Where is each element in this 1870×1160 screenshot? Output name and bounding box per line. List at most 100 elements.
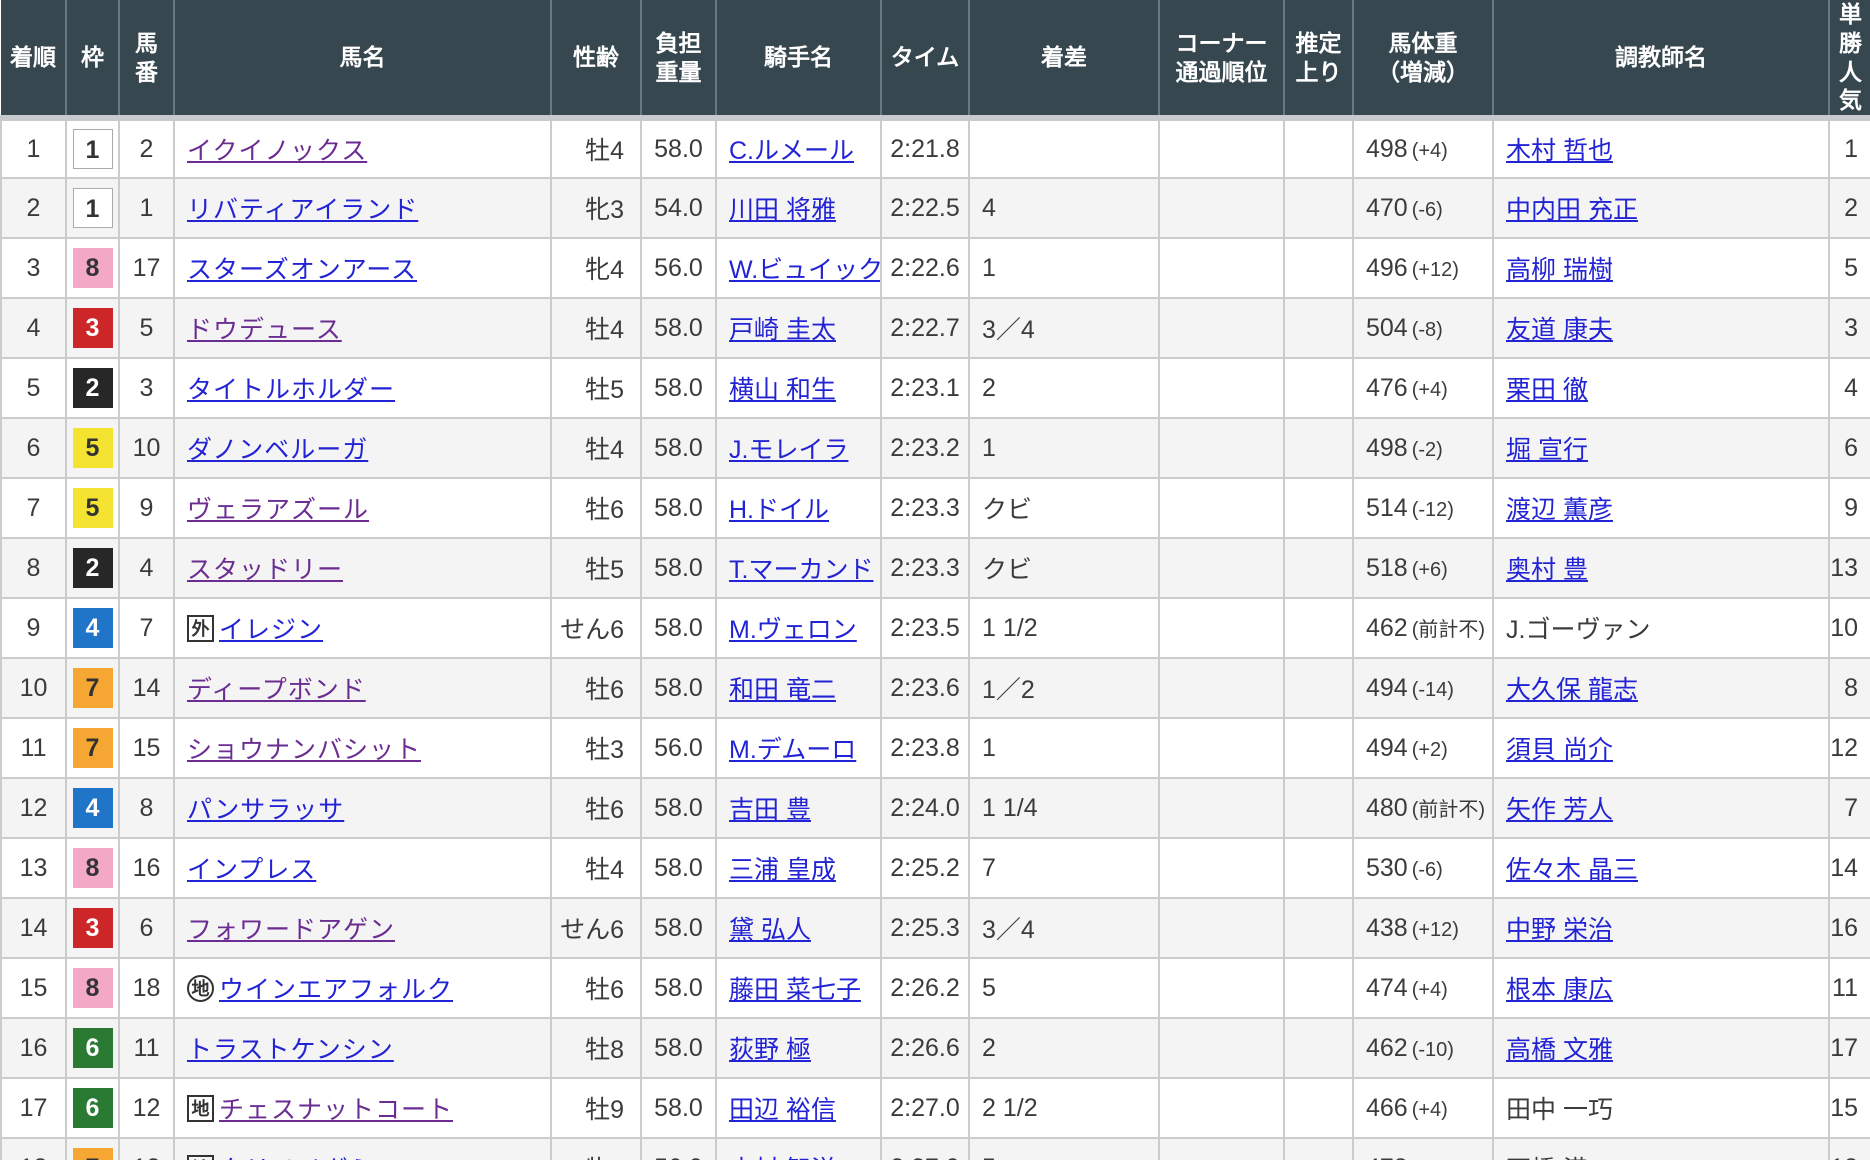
cell-horse_no: 16 bbox=[119, 838, 175, 899]
frame-number-badge: 1 bbox=[72, 188, 113, 228]
trainer-link[interactable]: 佐々木 晶三 bbox=[1506, 856, 1638, 884]
trainer-link[interactable]: 高橋 文雅 bbox=[1506, 1036, 1613, 1064]
col-header-horse: 馬名 bbox=[174, 0, 552, 121]
horse-link[interactable]: チェスナットコート bbox=[219, 1096, 453, 1124]
horse-link[interactable]: ヴェラアズール bbox=[187, 496, 369, 524]
table-row: 14 3 6 フォワードアゲン せん6 58.0 黛 弘人 2:25.3 3／4 438 (+12)… bbox=[0, 898, 1870, 959]
trainer-link[interactable]: 木村 哲也 bbox=[1506, 137, 1613, 165]
frame-number-badge: 8 bbox=[72, 968, 113, 1008]
cell-sex_age: 牡6 bbox=[551, 658, 642, 719]
jockey-link[interactable]: W.ビュイック bbox=[729, 256, 879, 284]
horse-link[interactable]: ダノンベルーガ bbox=[187, 436, 368, 464]
horse-link[interactable]: リバティアイランド bbox=[187, 196, 418, 224]
cell-corner bbox=[1159, 478, 1285, 539]
trainer-link[interactable]: 堀 宣行 bbox=[1506, 436, 1588, 464]
trainer-link[interactable]: 奥村 豊 bbox=[1506, 556, 1588, 584]
horse-link[interactable]: イクイノックス bbox=[187, 137, 367, 165]
trainer-link[interactable]: 高柳 瑞樹 bbox=[1506, 256, 1613, 284]
cell-body_weight: 498 (-2) bbox=[1353, 418, 1494, 479]
cell-horse_no: 17 bbox=[119, 238, 175, 299]
cell-jockey: J.モレイラ bbox=[716, 418, 882, 479]
jockey-link[interactable]: 川田 将雅 bbox=[729, 196, 836, 224]
jockey-link[interactable]: M.デムーロ bbox=[729, 736, 856, 764]
cell-rank: 14 bbox=[0, 898, 67, 959]
jockey-link[interactable]: 藤田 菜七子 bbox=[729, 976, 861, 1004]
cell-time: 2:23.8 bbox=[881, 718, 970, 779]
col-header-time: タイム bbox=[881, 0, 970, 121]
horse-link[interactable]: スタッドリー bbox=[187, 556, 343, 584]
cell-body_weight: 514 (-12) bbox=[1353, 478, 1494, 539]
horse-link[interactable]: インプレス bbox=[187, 856, 316, 884]
jockey-link[interactable]: 荻野 極 bbox=[729, 1036, 811, 1064]
cell-sex_age: 牡3 bbox=[551, 718, 642, 779]
trainer-link[interactable]: 渡辺 薫彦 bbox=[1506, 496, 1613, 524]
body-weight-diff: (-6) bbox=[1411, 198, 1443, 221]
horse-link[interactable]: ディープボンド bbox=[187, 676, 366, 704]
trainer-link[interactable]: 根本 康広 bbox=[1506, 976, 1613, 1004]
trainer-link[interactable]: 大久保 龍志 bbox=[1506, 676, 1638, 704]
jockey-link[interactable]: C.ルメール bbox=[729, 137, 854, 165]
body-weight-value: 530 bbox=[1366, 853, 1408, 882]
cell-fav: 16 bbox=[1829, 898, 1870, 959]
body-weight-value: 470 bbox=[1366, 193, 1408, 222]
horse-link[interactable]: クリノメガミエース bbox=[219, 1156, 452, 1160]
col-header-carried: 負担 重量 bbox=[641, 0, 717, 121]
cell-time: 2:21.8 bbox=[881, 118, 970, 179]
trainer-link[interactable]: 栗田 徹 bbox=[1506, 376, 1588, 404]
horse-link[interactable]: スターズオンアース bbox=[187, 256, 417, 284]
jockey-link[interactable]: H.ドイル bbox=[729, 496, 829, 524]
cell-frame: 3 bbox=[66, 898, 120, 959]
cell-jockey: H.ドイル bbox=[716, 478, 882, 539]
cell-body_weight: 530 (-6) bbox=[1353, 838, 1494, 899]
trainer-link[interactable]: 中野 栄治 bbox=[1506, 916, 1613, 944]
horse-link[interactable]: ショウナンバシット bbox=[187, 736, 421, 764]
frame-number-badge: 3 bbox=[72, 908, 113, 948]
cell-horse_no: 12 bbox=[119, 1078, 175, 1139]
body-weight-value: 462 bbox=[1366, 1033, 1408, 1062]
jockey-link[interactable]: 吉田 豊 bbox=[729, 796, 811, 824]
jockey-link[interactable]: J.モレイラ bbox=[729, 436, 848, 464]
jockey-link[interactable]: 吉村 智洋 bbox=[729, 1156, 836, 1160]
cell-rank: 11 bbox=[0, 718, 67, 779]
trainer-link[interactable]: 矢作 芳人 bbox=[1506, 796, 1613, 824]
trainer-link[interactable]: 中内田 充正 bbox=[1506, 196, 1638, 224]
trainer-link[interactable]: 友道 康夫 bbox=[1506, 316, 1613, 344]
horse-link[interactable]: イレジン bbox=[219, 616, 323, 644]
cell-margin: 1 bbox=[969, 718, 1160, 779]
table-row: 11 7 15 ショウナンバシット 牡3 56.0 M.デムーロ 2:23.8 1 494 (+2)… bbox=[0, 718, 1870, 779]
horse-link[interactable]: フォワードアゲン bbox=[187, 916, 395, 944]
cell-rank: 3 bbox=[0, 238, 67, 299]
jockey-link[interactable]: M.ヴェロン bbox=[729, 616, 857, 644]
cell-horse_no: 14 bbox=[119, 658, 175, 719]
cell-sex_age: 牡4 bbox=[551, 118, 642, 179]
trainer-link[interactable]: 須貝 尚介 bbox=[1506, 736, 1613, 764]
horse-link[interactable]: ウインエアフォルク bbox=[219, 976, 453, 1004]
cell-frame: 3 bbox=[66, 298, 120, 359]
jockey-link[interactable]: 田辺 裕信 bbox=[729, 1096, 836, 1124]
cell-margin: 5 bbox=[969, 958, 1160, 1019]
cell-last3f bbox=[1284, 358, 1354, 419]
cell-corner bbox=[1159, 418, 1285, 479]
jockey-link[interactable]: 横山 和生 bbox=[729, 376, 836, 404]
cell-fav: 15 bbox=[1829, 1078, 1870, 1139]
horse-link[interactable]: ドウデュース bbox=[187, 316, 342, 344]
body-weight-diff: (-14) bbox=[1411, 678, 1454, 701]
cell-corner bbox=[1159, 658, 1285, 719]
cell-body_weight: 462 (前計不) bbox=[1353, 598, 1494, 659]
cell-corner bbox=[1159, 238, 1285, 299]
jockey-link[interactable]: 黛 弘人 bbox=[729, 916, 811, 944]
horse-link[interactable]: タイトルホルダー bbox=[187, 376, 395, 404]
jockey-link[interactable]: 和田 竜二 bbox=[729, 676, 836, 704]
cell-margin: 1 bbox=[969, 418, 1160, 479]
table-row: 18 7 13 地 クリノメガミエース 牝456.0 吉村 智洋 2:27.95 478(-6)… bbox=[0, 1138, 1870, 1160]
horse-link[interactable]: パンサラッサ bbox=[187, 796, 344, 824]
cell-frame: 1 bbox=[66, 118, 120, 179]
cell-body_weight: 496 (+12) bbox=[1353, 238, 1494, 299]
frame-number-badge: 1 bbox=[72, 129, 113, 169]
horse-link[interactable]: トラストケンシン bbox=[187, 1036, 394, 1064]
frame-number-badge: 5 bbox=[72, 488, 113, 528]
jockey-link[interactable]: T.マーカンド bbox=[729, 556, 873, 584]
jockey-link[interactable]: 戸崎 圭太 bbox=[729, 316, 836, 344]
jockey-link[interactable]: 三浦 皇成 bbox=[729, 856, 836, 884]
cell-frame: 4 bbox=[66, 598, 120, 659]
